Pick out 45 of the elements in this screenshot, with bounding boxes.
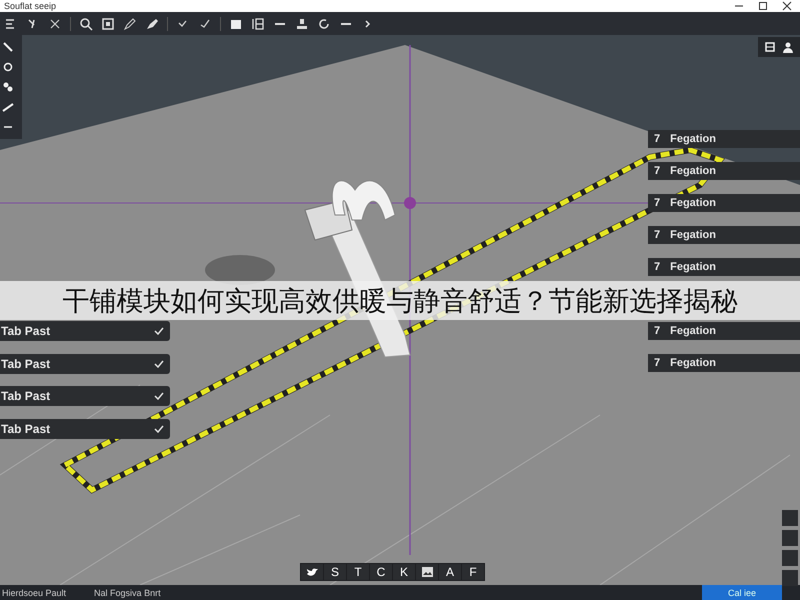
layer-label: Tab Past: [1, 422, 50, 436]
tool-button[interactable]: F: [462, 564, 484, 580]
tool-button[interactable]: S: [324, 564, 346, 580]
status-text: Nal Fogsiva Bnrt: [94, 588, 161, 598]
banner-title: 干铺模块如何实现高效供暖与静音舒适？节能新选择揭秘: [62, 284, 738, 318]
layer-label: Tab Past: [1, 389, 50, 403]
property-row[interactable]: 7 Fegation: [648, 194, 800, 212]
layers-icon[interactable]: [101, 16, 115, 30]
nodes-icon[interactable]: [2, 81, 14, 93]
tool-button[interactable]: K: [393, 564, 415, 580]
status-button[interactable]: Cal iee: [702, 585, 782, 600]
check-icon[interactable]: [154, 424, 164, 432]
property-row[interactable]: 7 Fegation: [648, 226, 800, 244]
frame-icon[interactable]: [764, 41, 776, 53]
check-icon[interactable]: [154, 360, 164, 368]
status-text: Hierdsoeu Pault: [2, 588, 66, 598]
layer-label: Tab Past: [1, 324, 50, 338]
tool-button[interactable]: T: [347, 564, 369, 580]
bird-icon[interactable]: [301, 564, 323, 580]
layer-row[interactable]: Tab Past: [0, 418, 170, 438]
columns-icon[interactable]: [251, 16, 265, 30]
property-row[interactable]: 7 Fegation: [648, 258, 800, 276]
layer-row[interactable]: Tab Past: [0, 386, 170, 406]
user-icon[interactable]: [782, 41, 794, 53]
close-icon[interactable]: [782, 1, 792, 11]
image-icon[interactable]: [416, 564, 438, 580]
check-icon[interactable]: [154, 327, 164, 335]
layer-row[interactable]: Tab Past: [0, 321, 170, 341]
cross-icon[interactable]: [48, 16, 62, 30]
pencil-icon[interactable]: [123, 16, 137, 30]
stamp-icon[interactable]: [295, 16, 309, 30]
property-row[interactable]: 7 Fegation: [648, 322, 800, 340]
search-icon[interactable]: [79, 16, 93, 30]
property-row[interactable]: 7 Fegation: [648, 354, 800, 372]
brush-icon[interactable]: [145, 16, 159, 30]
layer-row[interactable]: Tab Past: [0, 354, 170, 374]
window-title: Souflat seeip: [4, 1, 56, 11]
check-icon[interactable]: [154, 392, 164, 400]
property-row[interactable]: 7 Fegation: [648, 162, 800, 180]
maximize-icon[interactable]: [758, 1, 768, 11]
property-row[interactable]: 7 Fegation: [648, 130, 800, 148]
tool-button[interactable]: A: [439, 564, 461, 580]
refresh-icon[interactable]: [317, 16, 331, 30]
tool-button[interactable]: C: [370, 564, 392, 580]
layer-label: Tab Past: [1, 356, 50, 370]
